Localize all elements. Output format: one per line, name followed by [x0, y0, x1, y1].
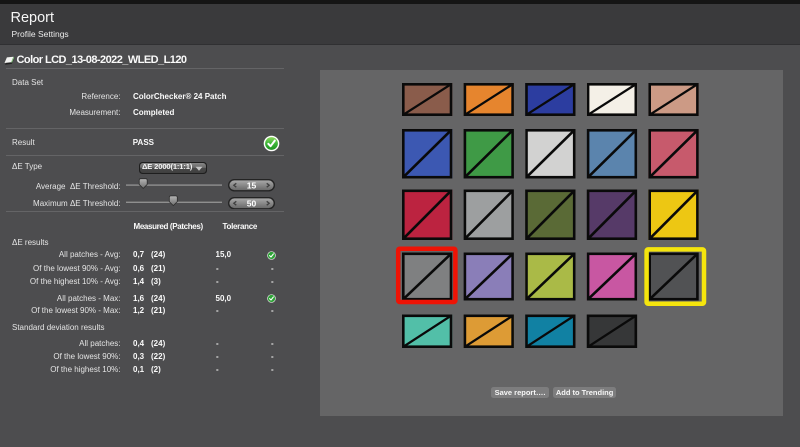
svg-text:50: 50 [247, 198, 257, 208]
svg-text:15: 15 [247, 181, 257, 191]
